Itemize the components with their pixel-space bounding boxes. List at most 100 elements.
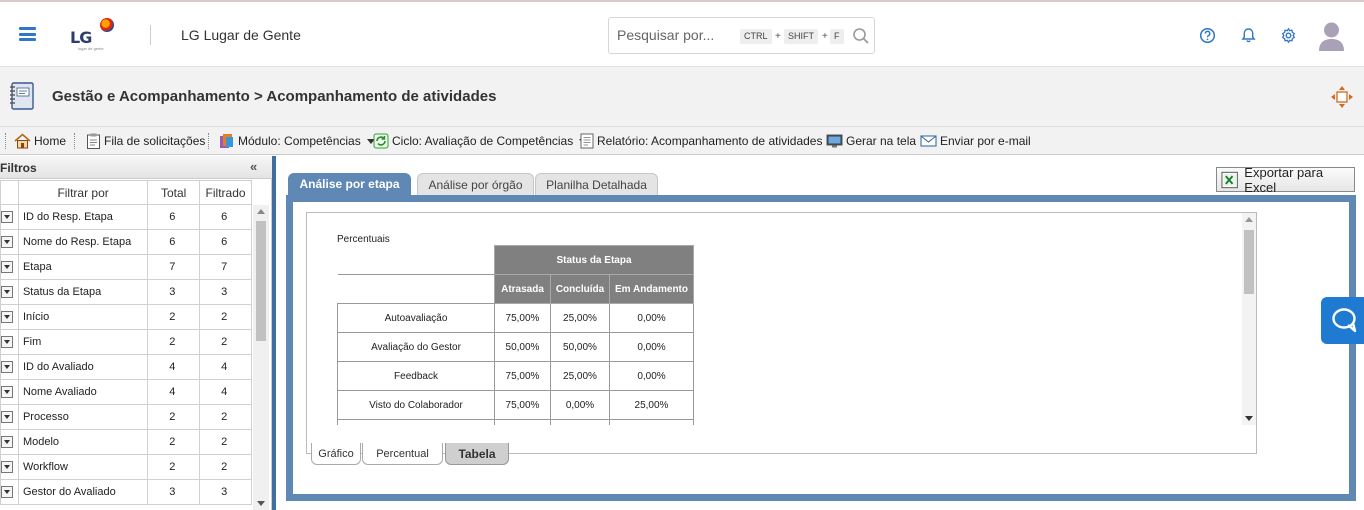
tab-detailed-sheet[interactable]: Planilha Detalhada — [535, 173, 658, 195]
filter-total: 6 — [147, 204, 201, 230]
column-header-completed: Concluída — [550, 274, 610, 304]
dropdown-icon[interactable] — [1, 335, 13, 348]
scroll-up-icon[interactable] — [1245, 217, 1253, 222]
filter-toggle[interactable] — [0, 429, 19, 455]
stage-name: Autoavaliação — [337, 303, 495, 333]
bell-icon[interactable] — [1240, 27, 1257, 44]
filter-toggle[interactable] — [0, 404, 19, 430]
table-row[interactable]: Início 2 2 — [0, 304, 252, 330]
value-completed: 25,00% — [550, 303, 610, 333]
chat-icon — [1332, 308, 1357, 333]
table-row[interactable]: Gestor do Avaliado 3 3 — [0, 479, 252, 505]
table-row: Avaliação do Gestor 50,00% 50,00% 0,00% — [337, 332, 694, 362]
filter-toggle[interactable] — [0, 304, 19, 330]
cycle-dropdown[interactable]: Ciclo: Avaliação de Competências — [373, 132, 588, 150]
gear-icon[interactable] — [1280, 27, 1297, 44]
module-dropdown[interactable]: Módulo: Competências — [218, 132, 375, 150]
dropdown-icon[interactable] — [1, 460, 13, 473]
analysis-frame: Percentuais Status da Etapa Atrasada Con… — [286, 195, 1356, 501]
percent-scrollbar[interactable] — [1242, 213, 1256, 425]
table-row[interactable]: Workflow 2 2 — [0, 454, 252, 480]
tab-chart[interactable]: Gráfico — [311, 443, 361, 465]
filter-name: Status da Etapa — [17, 279, 149, 305]
dropdown-icon[interactable] — [1, 435, 13, 448]
logo[interactable]: LG lugar de gente — [70, 16, 120, 56]
filter-toggle[interactable] — [0, 279, 19, 305]
report-dropdown[interactable]: Relatório: Acompanhamento de atividades — [580, 132, 837, 150]
logo-tagline: lugar de gente — [78, 46, 104, 51]
filter-toggle[interactable] — [0, 229, 19, 255]
menu-icon[interactable] — [19, 27, 36, 41]
send-email-button[interactable]: Enviar por e-mail — [920, 132, 1031, 150]
fullscreen-icon[interactable] — [1330, 85, 1354, 109]
collapse-panel-button[interactable]: « — [250, 159, 257, 174]
percent-group-header-row: Status da Etapa — [337, 245, 694, 275]
table-row[interactable]: Etapa 7 7 — [0, 254, 252, 280]
table-row[interactable]: Nome do Resp. Etapa 6 6 — [0, 229, 252, 255]
filter-toggle[interactable] — [0, 204, 19, 230]
toolbar-separator — [5, 133, 6, 149]
scrollbar-thumb[interactable] — [1244, 230, 1254, 294]
tab-analysis-by-organ[interactable]: Análise por órgão — [417, 173, 534, 195]
app-title: LG Lugar de Gente — [181, 27, 301, 43]
filter-toggle[interactable] — [0, 354, 19, 380]
home-button[interactable]: Home — [14, 132, 66, 150]
generate-on-screen-button[interactable]: Gerar na tela — [826, 132, 916, 150]
filters-title: Filtros — [0, 161, 37, 175]
dropdown-icon[interactable] — [1, 410, 13, 423]
dropdown-icon[interactable] — [1, 285, 13, 298]
scrollbar-thumb[interactable] — [256, 221, 266, 341]
filter-filtered: 3 — [199, 279, 252, 305]
analysis-frame-inner: Percentuais Status da Etapa Atrasada Con… — [293, 202, 1349, 494]
tab-analysis-by-stage[interactable]: Análise por etapa — [288, 173, 411, 195]
dropdown-icon[interactable] — [1, 485, 13, 498]
shortcut-plus: + — [822, 31, 828, 42]
filter-filtered: 7 — [199, 254, 252, 280]
tab-percent[interactable]: Percentual — [362, 443, 443, 465]
filter-filtered: 4 — [199, 379, 252, 405]
filter-toggle[interactable] — [0, 329, 19, 355]
table-row[interactable]: Status da Etapa 3 3 — [0, 279, 252, 305]
request-queue-label: Fila de solicitações — [104, 134, 206, 148]
value-in-progress: 0,00% — [609, 361, 694, 391]
filter-toggle[interactable] — [0, 254, 19, 280]
search-icon[interactable] — [852, 27, 870, 45]
chat-button[interactable] — [1321, 297, 1364, 344]
search-input[interactable] — [617, 27, 737, 43]
table-row[interactable]: Fim 2 2 — [0, 329, 252, 355]
dropdown-icon[interactable] — [1, 360, 13, 373]
dropdown-icon[interactable] — [1, 235, 13, 248]
scroll-up-icon[interactable] — [257, 209, 265, 214]
percent-column-header-row: Atrasada Concluída Em Andamento — [337, 274, 694, 304]
tab-table[interactable]: Tabela — [445, 443, 509, 465]
column-header-filter-by[interactable]: Filtrar por — [17, 180, 149, 205]
page-title-bar: Gestão e Acompanhamento > Acompanhamento… — [0, 67, 1364, 127]
table-row[interactable]: Nome Avaliado 4 4 — [0, 379, 252, 405]
filter-toggle[interactable] — [0, 454, 19, 480]
column-header-total[interactable]: Total — [147, 180, 201, 205]
help-icon[interactable] — [1199, 27, 1216, 44]
request-queue-button[interactable]: Fila de solicitações — [86, 132, 205, 150]
scroll-down-icon[interactable] — [257, 501, 265, 506]
dropdown-icon[interactable] — [1, 260, 13, 273]
table-row[interactable]: ID do Resp. Etapa 6 6 — [0, 204, 252, 230]
dropdown-icon[interactable] — [1, 210, 13, 223]
filter-name: Gestor do Avaliado — [17, 479, 149, 505]
filter-toggle[interactable] — [0, 479, 19, 505]
filters-scrollbar[interactable] — [253, 205, 269, 510]
dropdown-icon[interactable] — [1, 310, 13, 323]
column-header-filtered[interactable]: Filtrado — [199, 180, 252, 205]
filters-header: Filtros « — [0, 156, 272, 179]
avatar[interactable] — [1318, 20, 1345, 51]
value-in-progress: 0,00% — [609, 332, 694, 362]
empty-corner — [337, 274, 495, 304]
export-excel-button[interactable]: Exportar para Excel — [1216, 165, 1355, 195]
dropdown-icon[interactable] — [1, 385, 13, 398]
filter-toggle[interactable] — [0, 379, 19, 405]
filter-filtered: 4 — [199, 354, 252, 380]
scroll-down-icon[interactable] — [1245, 416, 1253, 421]
table-row[interactable]: ID do Avaliado 4 4 — [0, 354, 252, 380]
filters-header-row: Filtrar por Total Filtrado — [0, 180, 252, 205]
table-row[interactable]: Processo 2 2 — [0, 404, 252, 430]
table-row[interactable]: Modelo 2 2 — [0, 429, 252, 455]
